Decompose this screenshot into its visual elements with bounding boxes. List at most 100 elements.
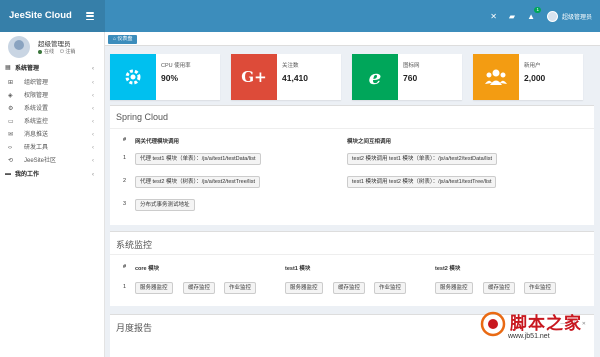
test1-call-test2-link[interactable]: test1 模块调用 test2 模块（树表）：/js/a/test1/test…: [347, 176, 497, 188]
chevron-left-icon: ‹: [92, 158, 94, 164]
chevron-left-icon: ‹: [92, 132, 94, 138]
sidebar-item-3[interactable]: ⚙ 系统设置 ‹: [0, 103, 104, 116]
code-icon: ‹›: [8, 145, 12, 151]
chevron-left-icon: ‹: [92, 93, 94, 99]
sidebar-item-7[interactable]: ⟲ JeeSite社区 ‹: [0, 155, 104, 168]
user-menu-name: 超级管理员: [561, 14, 592, 21]
theme-icon[interactable]: ▰: [509, 12, 515, 21]
sidebar-item-1[interactable]: ⊞ 组织管理 ‹: [0, 77, 104, 90]
panel-title: Spring Cloud: [116, 112, 169, 122]
sidebar-item-label: 消息推送: [24, 132, 49, 138]
info-box-follows: G+ 关注数 41,410: [231, 54, 341, 100]
core-job-monitor-button[interactable]: 作业监控: [224, 282, 257, 294]
test1-job-monitor-button[interactable]: 作业监控: [374, 282, 407, 294]
logout-link[interactable]: ⏻ 注销: [60, 48, 75, 55]
col-header-test1: test1 模块: [285, 266, 311, 272]
desktop-icon: ▬: [5, 171, 11, 177]
sidebar-item-6[interactable]: ‹› 研发工具 ‹: [0, 142, 104, 155]
chevron-left-icon: ‹: [92, 119, 94, 125]
user-status: 在线 ⏻ 注销: [38, 48, 75, 55]
test2-call-test1-link[interactable]: test2 模块调用 test1 模块（单表）：/js/a/test2/test…: [347, 153, 497, 165]
tab-dashboard[interactable]: ⌂ 仪表盘: [108, 35, 138, 44]
watermark-logo-icon: [480, 311, 506, 337]
col-header-gateway: 网关代理模块调用: [135, 139, 180, 145]
col-header-num: #: [123, 264, 127, 270]
sidebar-item-8[interactable]: ▬ 我的工作 ‹: [0, 168, 104, 183]
sidebar-item-label: 权限管理: [24, 93, 49, 99]
sidebar-item-0[interactable]: ▦ 系统管理 ‹: [0, 62, 104, 77]
navbar-right: ✕ ▰ ▲ 1 超级管理员: [490, 0, 592, 32]
gear-icon: ⚙: [8, 106, 14, 112]
avatar: [546, 10, 558, 22]
sidebar-menu: ▦ 系统管理 ‹ ⊞ 组织管理 ‹ ◈ 权限管理 ‹ ⚙ 系统设置 ‹ ▭ 系统监控 ‹ ✉ 消息推送 ‹ ‹› 研发…: [0, 62, 104, 183]
users-icon: [473, 54, 519, 100]
ie-icon: e: [352, 54, 398, 100]
grid-icon: ▦: [5, 65, 11, 71]
col-header-core: core 模块: [135, 266, 160, 272]
sidebar-item-label: 系统管理: [15, 66, 40, 72]
test2-job-monitor-button[interactable]: 作业监控: [524, 282, 557, 294]
distributed-tx-link[interactable]: 分布式事务测试地址: [135, 199, 195, 211]
core-cache-monitor-button[interactable]: 缓存监控: [183, 282, 216, 294]
sidebar-item-label: JeeSite社区: [24, 158, 57, 164]
sidebar-toggle-icon[interactable]: [86, 12, 94, 20]
gateway-test2-link[interactable]: 代理 test2 模块（树表）：/js/a/test2/testTree/lis…: [135, 176, 261, 188]
chevron-left-icon: ‹: [92, 172, 94, 178]
info-value: 760: [403, 73, 418, 83]
shield-icon: ◈: [8, 93, 13, 99]
chevron-left-icon: ‹: [92, 106, 94, 112]
tab-bar: ⌂ 仪表盘: [105, 32, 600, 46]
sidebar-item-4[interactable]: ▭ 系统监控 ‹: [0, 116, 104, 129]
row-num: 3: [123, 201, 127, 207]
user-panel-name: 超级管理员: [38, 41, 71, 48]
info-value: 90%: [161, 73, 179, 83]
chevron-left-icon: ‹: [92, 145, 94, 151]
col-header-module: 模块之间互相调用: [347, 139, 392, 145]
share-icon: ⟲: [8, 158, 14, 164]
sidebar: 超级管理员 在线 ⏻ 注销 ▦ 系统管理 ‹ ⊞ 组织管理 ‹ ◈ 权限管理 ‹ ⚙ 系统设置 ‹ ▭ 系…: [0, 32, 105, 357]
test1-cache-monitor-button[interactable]: 缓存监控: [333, 282, 366, 294]
info-label: 关注数: [282, 63, 299, 69]
info-box-cpu: CPU 使用率 90%: [110, 54, 220, 100]
sitemap-icon: ⊞: [8, 80, 14, 86]
top-navbar: JeeSite Cloud ✕ ▰ ▲ 1 超级管理员: [0, 0, 600, 32]
row-num: 2: [123, 178, 127, 184]
sidebar-item-label: 研发工具: [24, 145, 49, 151]
row-num: 1: [123, 284, 127, 290]
test2-cache-monitor-button[interactable]: 缓存监控: [483, 282, 516, 294]
chevron-left-icon: ‹: [92, 66, 94, 72]
panel-title: 系统监控: [116, 240, 153, 250]
sidebar-item-2[interactable]: ◈ 权限管理 ‹: [0, 90, 104, 103]
online-status[interactable]: 在线: [38, 48, 54, 55]
test1-server-monitor-button[interactable]: 服务器监控: [285, 282, 323, 294]
sidebar-item-label: 系统设置: [24, 106, 49, 112]
watermark-url: www.jb51.net: [508, 333, 550, 340]
info-value: 41,410: [282, 73, 308, 83]
gear-icon: [110, 54, 156, 100]
monitor-icon: ▭: [8, 119, 14, 125]
spring-cloud-panel: Spring Cloud # 网关代理模块调用 模块之间互相调用 1 代理 te…: [110, 105, 594, 225]
notification-badge: 1: [534, 6, 541, 13]
fullscreen-icon[interactable]: ✕: [490, 12, 497, 21]
row-num: 1: [123, 155, 127, 161]
info-value: 2,000: [524, 73, 546, 83]
sidebar-item-label: 系统监控: [24, 119, 49, 125]
info-label: CPU 使用率: [161, 63, 191, 69]
notifications-icon[interactable]: ▲ 1: [527, 6, 541, 21]
sidebar-item-label: 组织管理: [24, 80, 49, 86]
main-content: CPU 使用率 90% G+ 关注数 41,410 e 图标网 760 新用户 …: [105, 46, 600, 357]
chevron-left-icon: ‹: [92, 80, 94, 86]
watermark-text: 脚本之家: [510, 314, 582, 334]
user-panel: 超级管理员 在线 ⏻ 注销: [0, 32, 104, 62]
core-server-monitor-button[interactable]: 服务器监控: [135, 282, 173, 294]
info-box-icons: e 图标网 760: [352, 54, 462, 100]
test2-server-monitor-button[interactable]: 服务器监控: [435, 282, 473, 294]
info-box-users: 新用户 2,000: [473, 54, 583, 100]
gateway-test1-link[interactable]: 代理 test1 模块（单表）：/js/a/test1/testData/lis…: [135, 153, 261, 165]
sidebar-item-5[interactable]: ✉ 消息推送 ‹: [0, 129, 104, 142]
info-label: 图标网: [403, 63, 420, 69]
col-header-num: #: [123, 137, 127, 143]
sidebar-item-label: 我的工作: [15, 172, 40, 178]
col-header-test2: test2 模块: [435, 266, 461, 272]
user-menu[interactable]: 超级管理员: [546, 10, 592, 22]
